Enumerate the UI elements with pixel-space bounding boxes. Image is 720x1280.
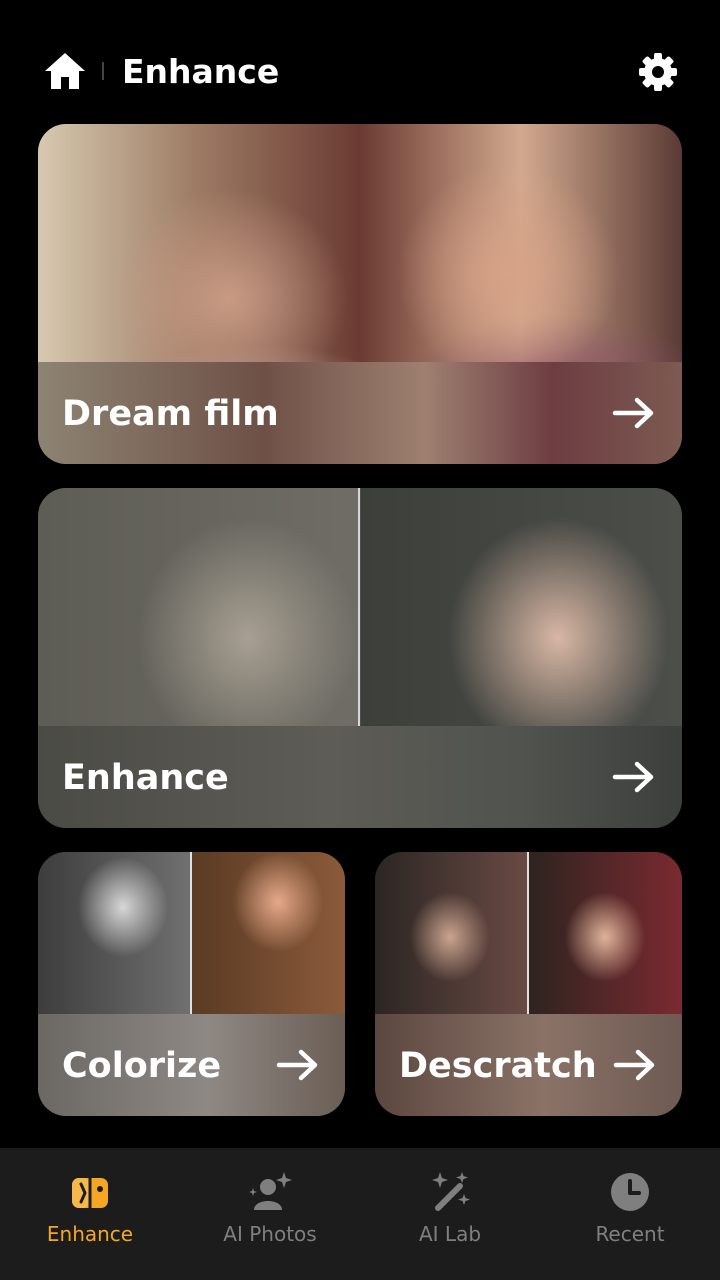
ai-photos-icon — [249, 1172, 292, 1210]
home-button[interactable] — [42, 50, 88, 92]
enhance-icon — [72, 1174, 108, 1212]
nav-label-ai-lab: AI Lab — [418, 1222, 482, 1246]
bottom-nav: Enhance AI Photos AI Lab Recent — [0, 1148, 720, 1280]
gear-icon — [639, 53, 677, 91]
settings-button[interactable] — [636, 50, 680, 94]
arrow-right-icon — [612, 397, 654, 429]
before-after-divider — [190, 852, 192, 1014]
enhance-label: Enhance — [62, 758, 229, 798]
descratch-card[interactable]: Descratch — [375, 852, 682, 1116]
dream-film-card-footer: Dream film — [38, 362, 682, 464]
nav-tab-ai-lab[interactable]: AI Lab — [360, 1148, 540, 1280]
colorize-label: Colorize — [62, 1046, 222, 1086]
before-after-divider — [358, 488, 360, 726]
nav-label-recent: Recent — [595, 1222, 665, 1246]
page-title: Enhance — [122, 52, 280, 91]
dream-film-label: Dream film — [62, 394, 279, 434]
enhance-before-after-image — [38, 488, 682, 726]
header-divider — [102, 62, 104, 80]
colorize-card-footer: Colorize — [38, 1014, 345, 1116]
enhance-card-footer: Enhance — [38, 726, 682, 828]
enhance-card[interactable]: Enhance — [38, 488, 682, 828]
nav-tab-recent[interactable]: Recent — [540, 1148, 720, 1280]
magic-wand-icon — [432, 1172, 470, 1211]
home-icon — [45, 53, 85, 89]
nav-label-enhance: Enhance — [46, 1222, 134, 1246]
arrow-right-icon — [276, 1049, 318, 1081]
before-after-divider — [527, 852, 529, 1014]
nav-tab-ai-photos[interactable]: AI Photos — [180, 1148, 360, 1280]
app-header: Enhance — [0, 0, 720, 124]
nav-label-ai-photos: AI Photos — [223, 1222, 317, 1246]
arrow-right-icon — [612, 761, 654, 793]
descratch-label: Descratch — [399, 1046, 597, 1086]
colorize-card[interactable]: Colorize — [38, 852, 345, 1116]
arrow-right-icon — [613, 1049, 655, 1081]
clock-icon — [611, 1173, 649, 1211]
dream-film-preview-image — [38, 124, 682, 362]
nav-tab-enhance[interactable]: Enhance — [0, 1148, 180, 1280]
descratch-card-footer: Descratch — [375, 1014, 682, 1116]
dream-film-card[interactable]: Dream film — [38, 124, 682, 464]
